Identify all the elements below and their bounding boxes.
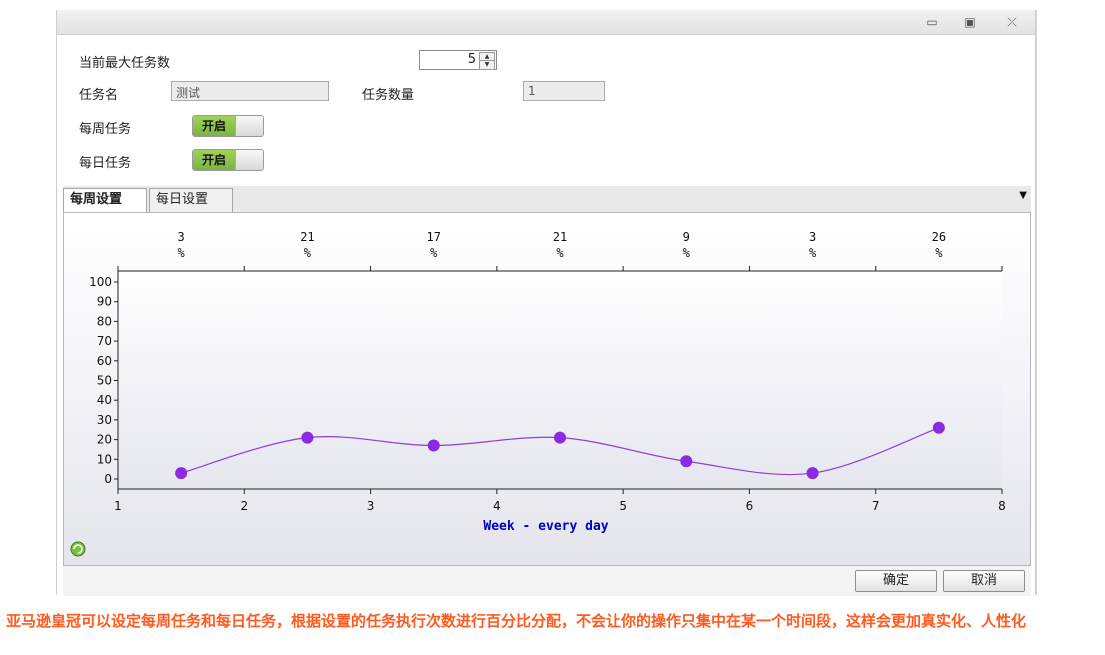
data-point bbox=[806, 467, 819, 480]
weekly-distribution-chart: 1 2 3 4 5 6 7 8 0 10 20 30 40 50 60 70 80 90 100 3% 21% 17% 21… bbox=[63, 213, 1031, 565]
spinner-down-icon[interactable]: ▼ bbox=[479, 60, 495, 70]
top-unit-label: % bbox=[809, 246, 817, 260]
weekly-task-toggle[interactable]: 开启 bbox=[192, 115, 264, 137]
task-settings-window: ▭ ▣ ⤫ 当前最大任务数 5 ▲ ▼ 任务名 测试 任务数量 1 每周任务 开… bbox=[56, 10, 1036, 596]
top-value-label: 26 bbox=[932, 230, 946, 244]
close-icon[interactable]: ⤫ bbox=[1003, 14, 1021, 30]
y-tick-label: 50 bbox=[97, 374, 112, 388]
promo-caption: 亚马逊皇冠可以设定每周任务和每日任务，根据设置的任务执行次数进行百分比分配，不会… bbox=[6, 612, 1027, 630]
top-unit-label: % bbox=[935, 246, 943, 260]
weekly-task-label: 每周任务 bbox=[79, 122, 132, 137]
y-tick-label: 60 bbox=[97, 354, 112, 368]
data-point bbox=[554, 431, 566, 444]
chart-svg: 1 2 3 4 5 6 7 801020304050607080901003%21%17%21… bbox=[70, 230, 1006, 557]
background-window-edge bbox=[1036, 10, 1037, 595]
ok-button[interactable]: 确定 bbox=[855, 570, 937, 592]
x-axis-title: Week - every day bbox=[483, 519, 608, 534]
settings-tab-bar: 每周设置 每日设置 ▼ bbox=[63, 186, 1031, 213]
daily-task-label: 每日任务 bbox=[79, 156, 132, 171]
max-tasks-spinner[interactable]: 5 ▲ ▼ bbox=[419, 50, 497, 70]
tab-daily-settings[interactable]: 每日设置 bbox=[149, 188, 233, 212]
y-tick-label: 10 bbox=[97, 452, 112, 466]
y-tick-label: 20 bbox=[97, 433, 112, 447]
x-tick-label: 3 bbox=[367, 499, 375, 513]
restore-icon[interactable]: ▣ bbox=[961, 14, 979, 30]
top-value-label: 17 bbox=[426, 230, 440, 244]
top-unit-label: % bbox=[683, 246, 691, 260]
weekly-toggle-on-label: 开启 bbox=[193, 116, 235, 136]
minimize-icon[interactable]: ▭ bbox=[923, 14, 941, 30]
data-point bbox=[175, 467, 188, 480]
tab-weekly-settings[interactable]: 每周设置 bbox=[63, 188, 147, 212]
y-tick-label: 80 bbox=[97, 314, 112, 328]
top-value-label: 21 bbox=[553, 230, 567, 244]
tab-dropdown-icon[interactable]: ▼ bbox=[1019, 190, 1027, 201]
top-unit-label: % bbox=[430, 246, 438, 260]
cancel-button[interactable]: 取消 bbox=[943, 570, 1025, 592]
top-unit-label: % bbox=[556, 246, 564, 260]
max-tasks-label: 当前最大任务数 bbox=[79, 56, 171, 71]
dialog-button-bar: 确定 取消 bbox=[63, 565, 1031, 596]
y-tick-label: 0 bbox=[104, 472, 112, 486]
y-tick-label: 90 bbox=[97, 295, 112, 309]
y-tick-label: 100 bbox=[89, 275, 112, 289]
daily-toggle-on-label: 开启 bbox=[193, 150, 235, 170]
x-tick-label: 1 bbox=[114, 499, 122, 513]
data-point bbox=[680, 455, 693, 468]
x-tick-label: 6 bbox=[746, 499, 754, 513]
title-bar: ▭ ▣ ⤫ bbox=[57, 10, 1035, 35]
daily-task-toggle[interactable]: 开启 bbox=[192, 149, 264, 171]
data-point bbox=[427, 439, 440, 452]
x-tick-label: 5 bbox=[619, 499, 627, 513]
y-tick-label: 30 bbox=[97, 413, 112, 427]
x-tick-label: 8 bbox=[998, 499, 1006, 513]
top-value-label: 3 bbox=[178, 230, 185, 244]
top-unit-label: % bbox=[304, 246, 312, 260]
task-name-field[interactable]: 测试 bbox=[171, 81, 329, 101]
task-count-label: 任务数量 bbox=[362, 88, 415, 103]
top-unit-label: % bbox=[178, 246, 186, 260]
task-name-label: 任务名 bbox=[79, 88, 119, 103]
top-value-label: 9 bbox=[683, 230, 690, 244]
y-tick-label: 70 bbox=[97, 334, 112, 348]
refresh-icon[interactable] bbox=[70, 541, 86, 557]
x-tick-label: 7 bbox=[872, 499, 880, 513]
y-tick-label: 40 bbox=[97, 393, 112, 407]
top-value-label: 21 bbox=[300, 230, 314, 244]
x-tick-label: 4 bbox=[493, 499, 501, 513]
data-point bbox=[301, 431, 314, 444]
x-tick-label: 2 bbox=[240, 499, 248, 513]
data-point bbox=[932, 421, 945, 434]
max-tasks-value: 5 bbox=[467, 52, 476, 67]
daily-toggle-knob bbox=[235, 150, 263, 170]
weekly-toggle-knob bbox=[235, 116, 263, 136]
task-count-field[interactable]: 1 bbox=[523, 81, 605, 101]
top-value-label: 3 bbox=[809, 230, 816, 244]
